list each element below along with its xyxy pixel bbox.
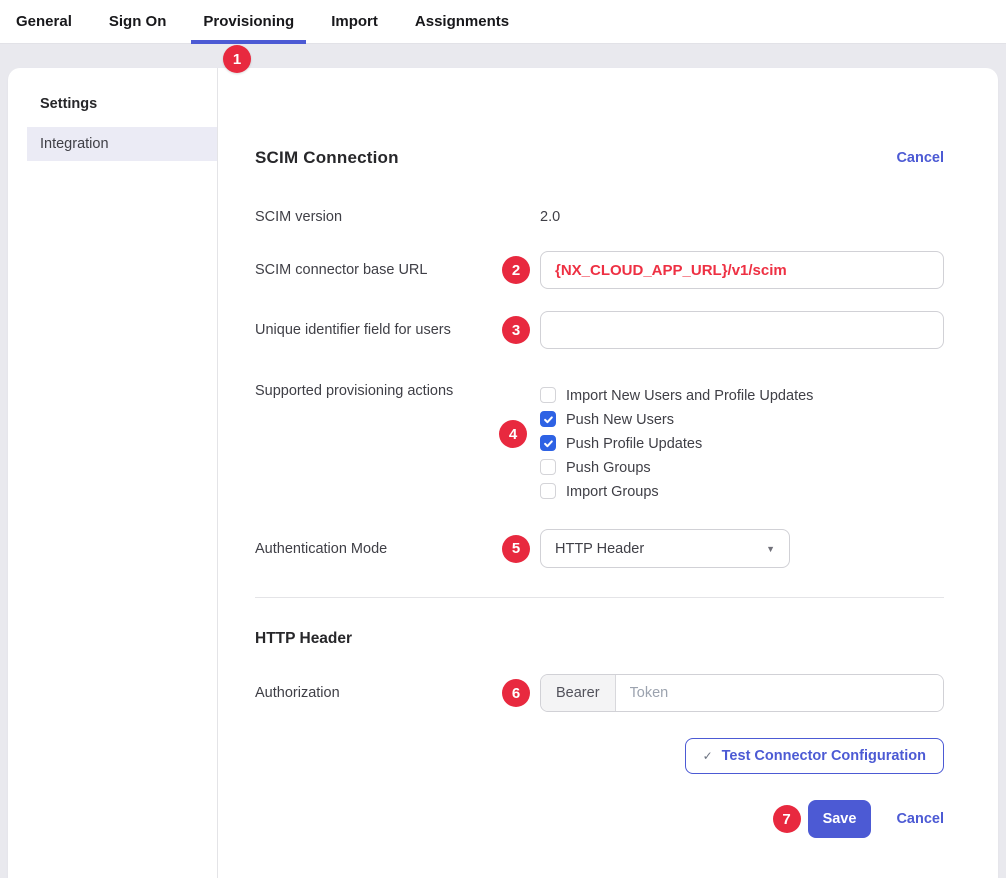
checkbox-label: Import New Users and Profile Updates xyxy=(566,388,813,404)
checkbox-push-profile-updates[interactable] xyxy=(540,435,556,451)
checkbox-push-new-users[interactable] xyxy=(540,411,556,427)
settings-card: Settings Integration SCIM Connection Can… xyxy=(8,68,998,878)
test-connector-label: Test Connector Configuration xyxy=(722,748,926,764)
sidebar-header: Settings xyxy=(40,96,217,112)
auth-mode-select[interactable]: HTTP Header ▼ xyxy=(540,529,790,568)
step-badge-1: 1 xyxy=(223,45,251,73)
step-badge-7: 7 xyxy=(773,805,801,833)
authorization-label: Authorization xyxy=(255,685,540,701)
test-connector-button[interactable]: ✓ Test Connector Configuration xyxy=(685,738,944,774)
bearer-prefix: Bearer xyxy=(541,675,616,711)
checkbox-row-push-profile-updates[interactable]: Push Profile Updates xyxy=(540,431,944,455)
base-url-label: SCIM connector base URL xyxy=(255,262,540,278)
checkbox-row-push-new-users[interactable]: Push New Users xyxy=(540,407,944,431)
provisioning-actions-label: Supported provisioning actions xyxy=(255,383,540,399)
auth-mode-row: Authentication Mode 5 HTTP Header ▼ xyxy=(255,529,944,568)
checkbox-row-import-new-users[interactable]: Import New Users and Profile Updates xyxy=(540,383,944,407)
tab-sign-on[interactable]: Sign On xyxy=(109,0,167,43)
authorization-control: Bearer xyxy=(540,674,944,712)
base-url-row: SCIM connector base URL 2 xyxy=(255,251,944,289)
unique-id-input[interactable] xyxy=(540,311,944,349)
tab-general[interactable]: General xyxy=(16,0,72,43)
tab-import[interactable]: Import xyxy=(331,0,378,43)
checkbox-label: Push New Users xyxy=(566,412,674,428)
http-header-section-title: HTTP Header xyxy=(255,630,944,648)
save-button[interactable]: Save xyxy=(808,800,872,838)
scim-version-row: SCIM version 2.0 xyxy=(255,208,944,226)
provisioning-actions-row: Supported provisioning actions 4 Import … xyxy=(255,383,944,503)
settings-sidebar: Settings Integration xyxy=(8,68,218,878)
checkbox-import-groups[interactable] xyxy=(540,483,556,499)
step-badge-2: 2 xyxy=(502,256,530,284)
auth-mode-selected-value: HTTP Header xyxy=(555,541,644,557)
sidebar-item-integration[interactable]: Integration xyxy=(27,127,217,161)
checkbox-label: Import Groups xyxy=(566,484,659,500)
app-tabbar: General Sign On Provisioning Import Assi… xyxy=(0,0,1006,44)
step-badge-5: 5 xyxy=(502,535,530,563)
unique-id-row: Unique identifier field for users 3 xyxy=(255,311,944,349)
section-divider xyxy=(255,597,944,598)
unique-id-label: Unique identifier field for users xyxy=(255,322,540,338)
checkbox-row-push-groups[interactable]: Push Groups xyxy=(540,455,944,479)
base-url-input[interactable] xyxy=(540,251,944,289)
auth-mode-label: Authentication Mode xyxy=(255,541,540,557)
tab-assignments[interactable]: Assignments xyxy=(415,0,509,43)
step-badge-4: 4 xyxy=(499,420,527,448)
page-title: SCIM Connection xyxy=(255,148,399,168)
authorization-row: Authorization 6 Bearer xyxy=(255,674,944,712)
checkbox-label: Push Groups xyxy=(566,460,651,476)
step-badge-6: 6 xyxy=(502,679,530,707)
checkbox-label: Push Profile Updates xyxy=(566,436,702,452)
check-icon: ✓ xyxy=(703,749,713,763)
checkbox-row-import-groups[interactable]: Import Groups xyxy=(540,479,944,503)
chevron-down-icon: ▼ xyxy=(766,544,775,554)
step-badge-3: 3 xyxy=(502,316,530,344)
checkbox-push-groups[interactable] xyxy=(540,459,556,475)
scim-connection-panel: SCIM Connection Cancel SCIM version 2.0 … xyxy=(218,68,998,878)
checkbox-import-new-users[interactable] xyxy=(540,387,556,403)
scim-version-label: SCIM version xyxy=(255,209,540,225)
scim-version-value: 2.0 xyxy=(540,209,560,225)
cancel-link-top[interactable]: Cancel xyxy=(896,150,944,166)
tab-provisioning[interactable]: Provisioning xyxy=(203,0,294,43)
token-input[interactable] xyxy=(616,675,943,711)
provisioning-actions-group: 4 Import New Users and Profile Updates P… xyxy=(540,383,944,503)
cancel-link-bottom[interactable]: Cancel xyxy=(896,811,944,827)
